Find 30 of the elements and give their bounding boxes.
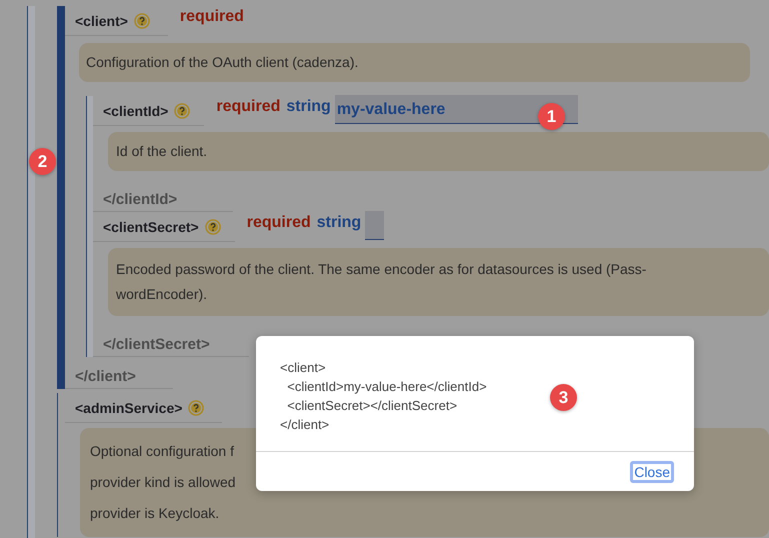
type-label: string [286,98,331,117]
help-icon[interactable] [134,12,150,28]
closing-tag: </client> [65,368,173,389]
help-icon[interactable] [188,400,204,416]
step-marker: 2 [29,148,56,175]
element-tag: <clientId> [103,102,168,118]
type-label: string [316,214,362,233]
description-text: provider is Keycloak. [90,504,220,523]
description-text: Optional configuration f [90,442,234,461]
closing-tag: </clientId> [93,191,233,212]
element-tag: <adminService> [75,400,182,416]
help-icon[interactable] [204,218,221,234]
required-label: required [180,8,244,27]
help-icon[interactable] [174,102,190,118]
element-tag: <client> [75,12,128,28]
close-button[interactable]: Close [630,461,674,483]
closing-tag: </clientSecret> [93,336,249,357]
description-text: wordEncoder). [116,285,208,304]
code-line: <clientId>my-value-here</clientId> [286,378,487,396]
code-line: <client> [280,359,326,377]
required-label: required [216,98,280,117]
value-field[interactable] [365,211,384,240]
description-text: Id of the client. [116,142,208,161]
description-text: Encoded password of the client. The same encoder as for datasources is used (Pass- [116,260,646,279]
element-tag: <clientSecret> [103,218,199,234]
description-text: provider kind is allowed [90,473,236,492]
code-line: <clientSecret></clientSecret> [286,397,458,415]
required-label: required [246,214,311,233]
code-line: </client> [280,416,330,434]
description-text: Configuration of the OAuth client (cadenza). [86,53,358,72]
